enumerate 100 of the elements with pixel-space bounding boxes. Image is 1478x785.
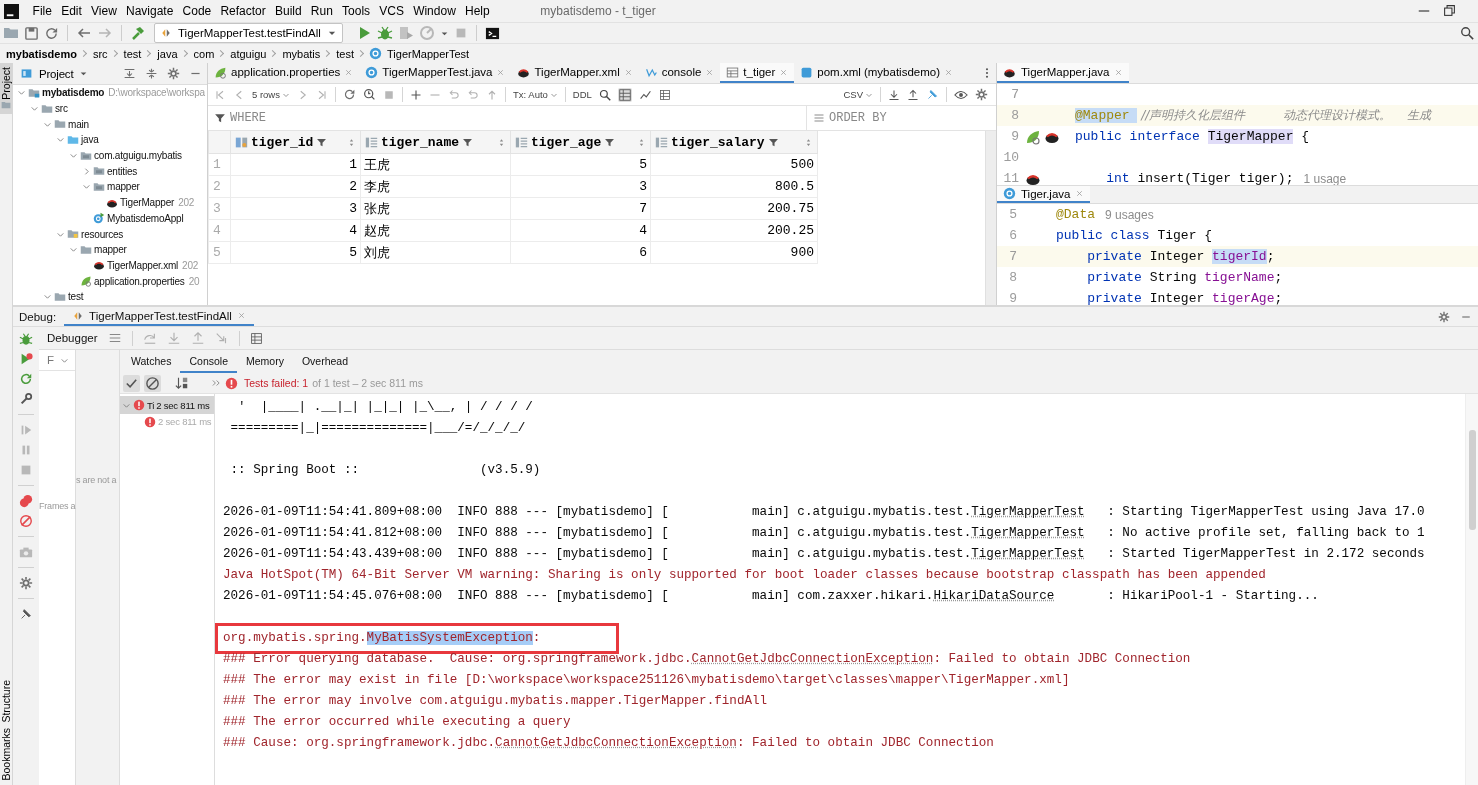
run-to-cursor-icon[interactable] — [214, 331, 229, 345]
resume-icon[interactable] — [19, 423, 33, 437]
wrench-icon[interactable] — [19, 392, 33, 406]
refresh-icon[interactable] — [343, 88, 356, 101]
export-format-dropdown[interactable]: CSV — [843, 89, 873, 100]
first-page-icon[interactable] — [214, 88, 226, 101]
terminal-icon[interactable] — [484, 25, 500, 41]
chevron-icon[interactable] — [82, 166, 91, 176]
debug-session-tab[interactable]: TigerMapperTest.testFindAll — [64, 307, 254, 326]
menu-item[interactable]: Code — [177, 1, 216, 21]
close-icon[interactable] — [779, 67, 789, 77]
breadcrumb-item[interactable]: mybatisdemo — [5, 47, 78, 60]
leaf-icon[interactable] — [1025, 128, 1041, 145]
debug-tab[interactable]: Console — [180, 350, 237, 373]
tool-window-tab[interactable]: Structure — [0, 679, 12, 723]
settings-icon[interactable] — [975, 88, 988, 101]
show-passed-icon[interactable] — [123, 374, 140, 392]
transaction-dropdown[interactable]: Tx: Auto — [513, 89, 558, 100]
order-by-field[interactable]: ORDER BY — [807, 106, 887, 130]
breadcrumb-item[interactable]: atguigu — [229, 47, 268, 60]
menu-item[interactable]: VCS — [374, 1, 409, 21]
table-view-icon[interactable] — [617, 87, 632, 102]
chevron-icon[interactable] — [82, 182, 91, 192]
save-icon[interactable] — [24, 25, 39, 41]
tree-item[interactable]: TigerMapper — [120, 197, 175, 209]
menu-icon[interactable] — [107, 331, 122, 345]
chevron-icon[interactable] — [30, 104, 39, 114]
add-row-icon[interactable] — [410, 88, 422, 101]
close-icon[interactable] — [623, 67, 633, 77]
caret-icon[interactable] — [79, 69, 89, 78]
pin-icon[interactable] — [19, 607, 33, 621]
tree-item[interactable]: TigerMapper.xml — [107, 259, 179, 271]
restore-icon[interactable] — [1443, 4, 1456, 17]
collapse-all-icon[interactable] — [145, 67, 158, 80]
rerun-icon[interactable] — [19, 372, 33, 386]
breadcrumb-item[interactable]: com — [192, 47, 216, 60]
menu-item[interactable]: Run — [306, 1, 338, 21]
menu-item[interactable]: Tools — [337, 1, 375, 21]
project-tool-tab[interactable]: Project — [0, 63, 12, 114]
chevron-icon[interactable] — [69, 151, 78, 161]
tree-item[interactable]: mybatisdemo — [42, 87, 105, 99]
debug-bug-icon[interactable] — [19, 332, 33, 346]
revert-icon[interactable] — [448, 88, 460, 101]
close-icon[interactable] — [236, 311, 246, 320]
step-into-icon[interactable] — [166, 331, 181, 345]
search-icon[interactable] — [598, 88, 611, 101]
menu-item[interactable]: Refactor — [215, 1, 271, 21]
sort-icon[interactable] — [175, 376, 189, 390]
stop-icon[interactable] — [383, 88, 395, 101]
where-filter-field[interactable]: WHERE — [208, 106, 807, 130]
close-icon[interactable] — [496, 67, 506, 77]
more-icon[interactable] — [211, 378, 221, 388]
rerun-failed-tests-icon[interactable] — [19, 352, 33, 366]
tree-item[interactable]: src — [55, 103, 68, 115]
tree-item[interactable]: resources — [81, 228, 124, 240]
tree-item[interactable]: com.atguigu.mybatis — [94, 150, 182, 162]
tree-item[interactable]: mapper — [107, 181, 140, 193]
tree-item[interactable]: MybatisdemoAppl — [107, 212, 184, 224]
stop-icon[interactable] — [19, 463, 33, 477]
tree-item[interactable]: entities — [107, 165, 138, 177]
breadcrumb-item[interactable]: mybatis — [281, 47, 322, 60]
chevron-icon[interactable] — [69, 245, 78, 255]
close-icon[interactable] — [1075, 189, 1085, 198]
editor-tab[interactable]: TigerMapper.xml — [511, 63, 639, 83]
grid-icon[interactable] — [658, 88, 671, 101]
mute-breakpoints-icon[interactable] — [19, 514, 33, 528]
refresh-icon[interactable] — [44, 25, 59, 41]
test-tree-row[interactable]: Ti 2 sec 811 ms — [120, 396, 214, 414]
panel-title[interactable]: Project — [39, 67, 74, 80]
debug-tab[interactable]: Watches — [122, 350, 181, 373]
search-icon[interactable] — [1460, 26, 1474, 40]
close-icon[interactable] — [705, 67, 715, 77]
revert-icon[interactable] — [467, 88, 479, 101]
breadcrumb-item[interactable]: test — [122, 47, 143, 60]
chevron-icon[interactable] — [56, 135, 65, 145]
ddl-button[interactable]: DDL — [572, 89, 592, 100]
tree-item[interactable]: main — [68, 118, 89, 130]
debug-bug-icon[interactable] — [376, 25, 393, 41]
pin-icon[interactable] — [926, 88, 939, 101]
menu-item[interactable]: Edit — [56, 1, 87, 21]
editor-tab[interactable]: TigerMapper.java — [997, 63, 1130, 83]
editor-tab[interactable]: pom.xml (mybatisdemo) — [794, 63, 959, 83]
editor-tab[interactable]: Tiger.java — [997, 186, 1091, 203]
editor-tab[interactable]: application.properties — [208, 63, 360, 83]
tool-window-tab[interactable]: Bookmarks — [0, 728, 12, 781]
debugger-tab[interactable]: Debugger — [47, 332, 98, 344]
debug-tab[interactable]: Overhead — [292, 350, 358, 373]
settings-icon[interactable] — [1438, 310, 1450, 323]
close-icon[interactable] — [344, 67, 354, 77]
settings-icon[interactable] — [19, 576, 33, 590]
step-out-icon[interactable] — [190, 331, 205, 345]
breadcrumb-item[interactable]: java — [156, 47, 179, 60]
upload-icon[interactable] — [907, 88, 919, 101]
scrollbar[interactable] — [985, 131, 996, 305]
step-over-icon[interactable] — [142, 331, 157, 345]
tree-item[interactable]: java — [81, 134, 99, 146]
close-icon[interactable] — [944, 67, 953, 77]
history-icon[interactable] — [363, 88, 376, 101]
editor-tab[interactable]: console — [638, 63, 721, 83]
up-arrow-icon[interactable] — [486, 88, 498, 101]
